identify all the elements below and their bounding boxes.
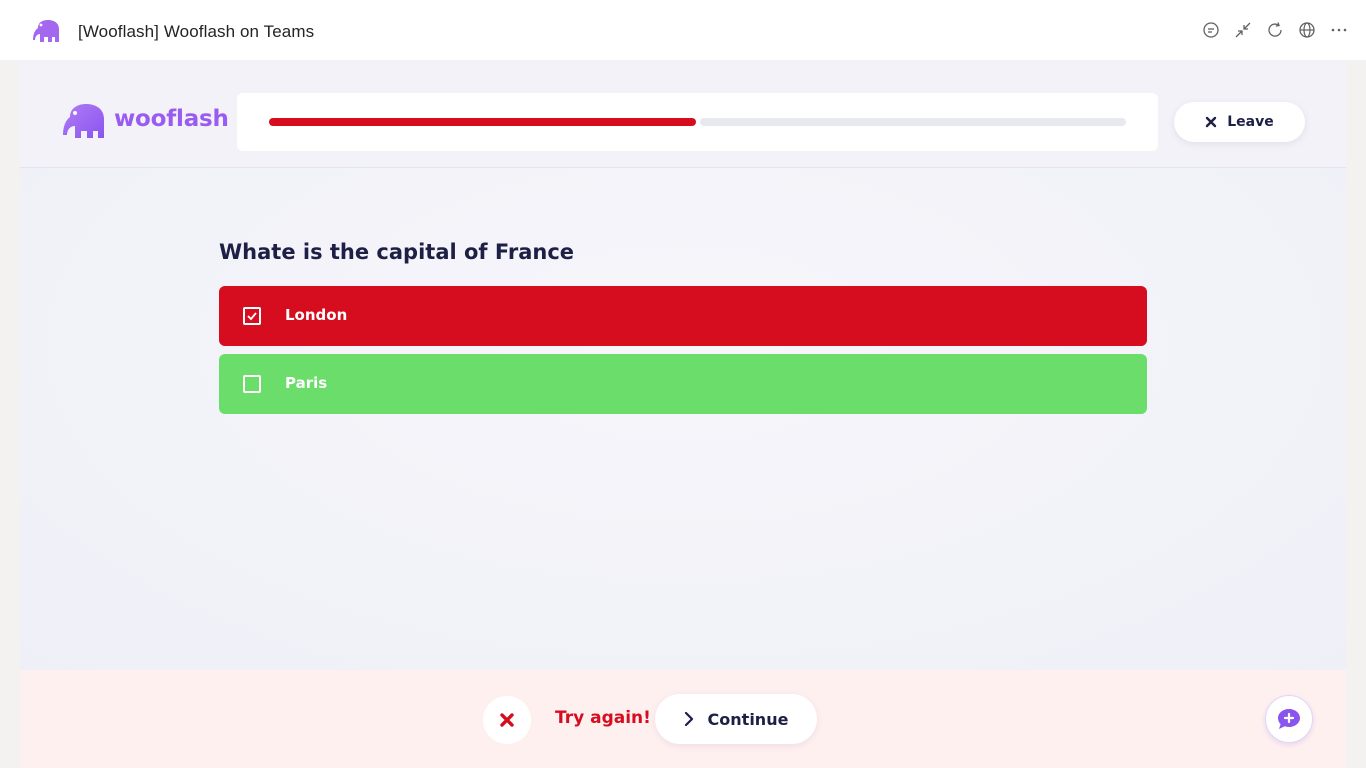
minimize-icon[interactable]	[1234, 18, 1252, 42]
answer-option-london[interactable]: London	[219, 286, 1147, 346]
chat-icon[interactable]	[1202, 18, 1220, 42]
feedback-bar: Try again! Continue	[20, 670, 1346, 768]
wooflash-logo-icon	[60, 102, 106, 140]
progress-bar	[269, 118, 1126, 126]
close-icon	[1206, 116, 1217, 128]
wooflash-app-icon	[32, 18, 62, 44]
question-text: Whate is the capital of France	[219, 240, 575, 264]
app-title: [Wooflash] Wooflash on Teams	[78, 22, 315, 41]
app-frame: wooflash Leave Whate is the capital of F…	[20, 60, 1346, 768]
feedback-message: Try again!	[555, 708, 651, 728]
checkbox-checked-icon[interactable]	[243, 307, 261, 325]
leave-button[interactable]: Leave	[1174, 102, 1305, 142]
checkbox-icon[interactable]	[243, 375, 261, 393]
refresh-icon[interactable]	[1266, 18, 1284, 42]
more-icon[interactable]	[1330, 18, 1348, 42]
app-topbar: wooflash Leave	[20, 60, 1346, 168]
continue-button[interactable]: Continue	[655, 694, 817, 744]
continue-label: Continue	[707, 709, 789, 729]
chevron-right-icon	[684, 712, 693, 726]
answer-label: London	[285, 306, 348, 324]
progress-fill	[269, 118, 696, 126]
globe-icon[interactable]	[1298, 18, 1316, 42]
wrong-icon	[483, 696, 531, 744]
answer-option-paris[interactable]: Paris	[219, 354, 1147, 414]
answer-label: Paris	[285, 374, 328, 392]
progress-card	[237, 93, 1158, 151]
leave-label: Leave	[1227, 114, 1274, 130]
brand-wordmark: wooflash	[114, 106, 229, 132]
progress-remaining	[700, 118, 1126, 126]
teams-header: [Wooflash] Wooflash on Teams	[0, 0, 1366, 60]
feedback-chat-button[interactable]	[1265, 695, 1313, 743]
chat-plus-icon	[1278, 709, 1300, 729]
